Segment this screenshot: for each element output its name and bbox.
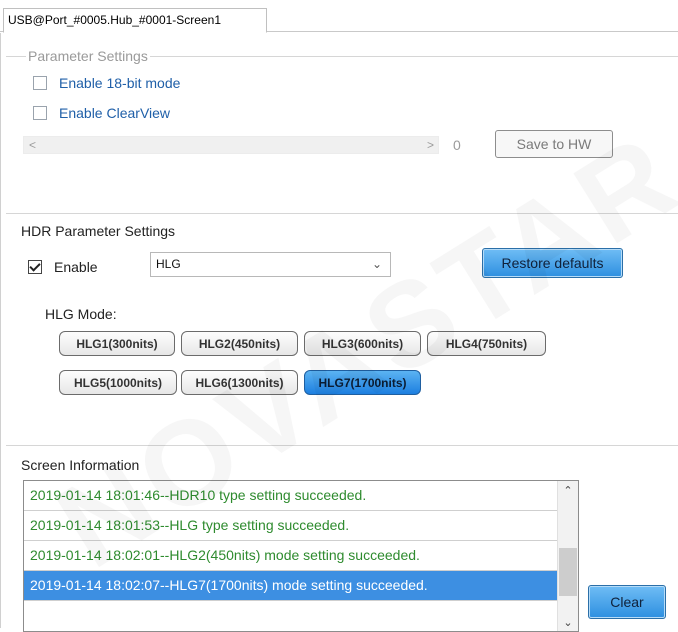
hlg-mode-button[interactable]: HLG6(1300nits) (181, 370, 298, 395)
scroll-thumb[interactable] (559, 548, 577, 596)
hdr-type-select[interactable]: HLG ⌄ (150, 252, 391, 277)
restore-defaults-button[interactable]: Restore defaults (482, 248, 623, 278)
slider-left-arrow-icon[interactable]: < (29, 137, 36, 153)
hlg-mode-button-selected[interactable]: HLG7(1700nits) (304, 370, 421, 395)
hlg-mode-button[interactable]: HLG4(750nits) (427, 331, 546, 356)
scroll-down-icon[interactable]: ⌄ (558, 616, 578, 629)
tab-screen1[interactable]: USB@Port_#0005.Hub_#0001-Screen1 (3, 8, 267, 33)
hdr-enable-checkbox[interactable]: Enable (28, 259, 98, 275)
log-row[interactable]: 2019-01-14 18:02:01--HLG2(450nits) mode … (24, 541, 557, 571)
hdr-enable-label: Enable (54, 259, 98, 275)
screen-settings-panel: Parameter Settings Enable 18-bit mode En… (0, 33, 678, 632)
hdr-type-value: HLG (156, 257, 181, 271)
screen-info-log[interactable]: 2019-01-14 18:01:46--HDR10 type setting … (23, 480, 579, 632)
checkbox-box[interactable] (33, 106, 47, 120)
enable-18bit-label: Enable 18-bit mode (59, 75, 181, 91)
scroll-up-icon[interactable]: ⌃ (558, 484, 578, 497)
slider-value: 0 (453, 137, 461, 153)
parameter-settings-title: Parameter Settings (26, 47, 150, 65)
checkbox-box[interactable] (28, 260, 42, 274)
log-row[interactable]: 2019-01-14 18:01:53--HLG type setting su… (24, 511, 557, 541)
enable-18bit-checkbox[interactable]: Enable 18-bit mode (33, 75, 180, 91)
save-to-hw-button[interactable]: Save to HW (495, 130, 613, 158)
hlg-mode-button[interactable]: HLG5(1000nits) (59, 370, 177, 395)
hlg-mode-button[interactable]: HLG2(450nits) (181, 331, 298, 356)
tab-strip: USB@Port_#0005.Hub_#0001-Screen1 (0, 0, 678, 33)
hlg-mode-button[interactable]: HLG1(300nits) (59, 331, 175, 356)
parameter-slider[interactable]: < > (23, 136, 439, 154)
divider (6, 445, 678, 446)
screen-info-title: Screen Information (21, 457, 140, 473)
clear-button[interactable]: Clear (588, 585, 666, 619)
hlg-mode-button[interactable]: HLG3(600nits) (304, 331, 421, 356)
log-scrollbar[interactable]: ⌃ ⌄ (557, 481, 578, 631)
hlg-mode-label: HLG Mode: (45, 306, 117, 322)
log-row[interactable]: 2019-01-14 18:01:46--HDR10 type setting … (24, 481, 557, 511)
enable-clearview-checkbox[interactable]: Enable ClearView (33, 105, 170, 121)
slider-right-arrow-icon[interactable]: > (427, 137, 434, 153)
enable-clearview-label: Enable ClearView (59, 105, 171, 121)
divider (6, 213, 678, 214)
checkbox-box[interactable] (33, 76, 47, 90)
chevron-down-icon: ⌄ (371, 257, 382, 271)
hdr-settings-title: HDR Parameter Settings (21, 223, 176, 239)
log-row-selected[interactable]: 2019-01-14 18:02:07--HLG7(1700nits) mode… (24, 571, 557, 601)
